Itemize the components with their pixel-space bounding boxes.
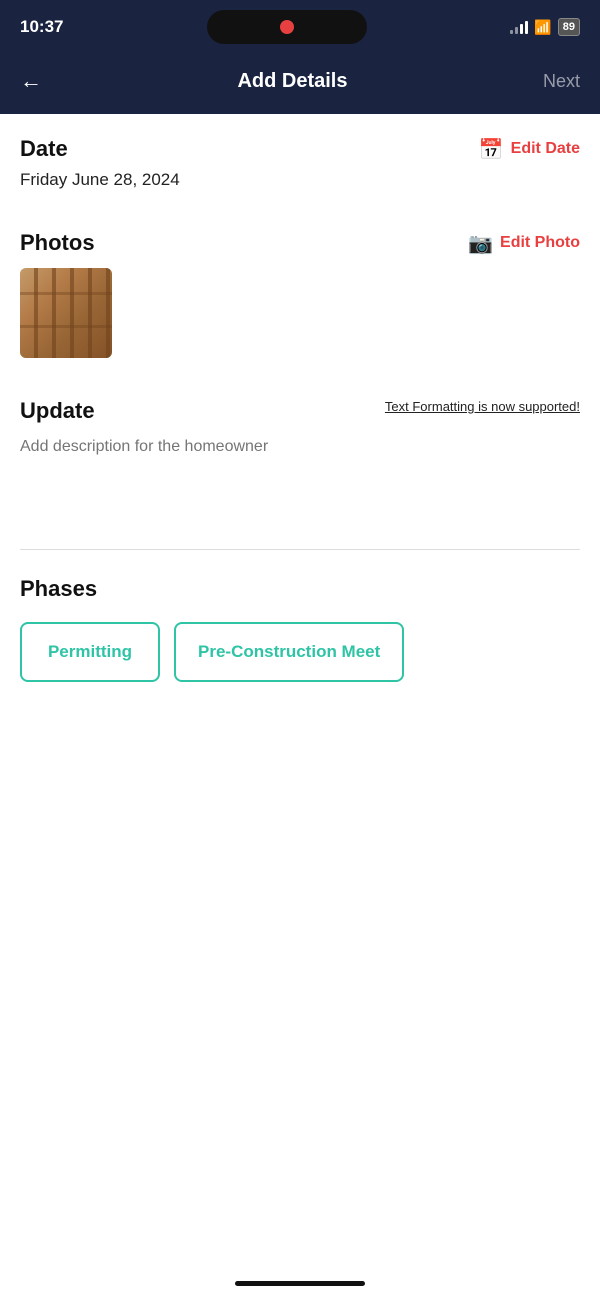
- signal-icon: [510, 20, 528, 34]
- edit-date-button[interactable]: 📅 Edit Date: [479, 137, 580, 162]
- home-indicator: [235, 1281, 365, 1286]
- phases-section-title: Phases: [20, 576, 580, 602]
- status-time: 10:37: [20, 17, 63, 37]
- phases-grid: Permitting Pre-Construction Meet: [20, 622, 580, 682]
- battery-icon: 89: [558, 18, 580, 36]
- date-section: Date 📅 Edit Date Friday June 28, 2024: [0, 114, 600, 208]
- edit-date-label: Edit Date: [511, 140, 580, 158]
- edit-photo-label: Edit Photo: [500, 234, 580, 252]
- phase-chip-pre-construction[interactable]: Pre-Construction Meet: [174, 622, 404, 682]
- phase-chip-permitting[interactable]: Permitting: [20, 622, 160, 682]
- status-icons: 📶 89: [510, 18, 580, 36]
- recording-dot: [280, 20, 294, 34]
- formatting-link[interactable]: Text Formatting is now supported!: [385, 398, 580, 416]
- camera-icon: 📷: [468, 231, 493, 256]
- back-button[interactable]: ←: [20, 68, 42, 94]
- edit-photo-button[interactable]: 📷 Edit Photo: [468, 231, 580, 256]
- content-area: Date 📅 Edit Date Friday June 28, 2024 Ph…: [0, 114, 600, 702]
- update-section: Update Text Formatting is now supported!: [0, 376, 600, 533]
- status-bar: 10:37 📶 89: [0, 0, 600, 54]
- date-section-header: Date 📅 Edit Date: [20, 136, 580, 162]
- photos-section-header: Photos 📷 Edit Photo: [20, 230, 580, 256]
- recording-pill: [207, 10, 367, 44]
- description-input[interactable]: [20, 438, 580, 518]
- phases-section: Phases Permitting Pre-Construction Meet: [0, 550, 600, 702]
- nav-bar: ← Add Details Next: [0, 54, 600, 114]
- update-header: Update Text Formatting is now supported!: [20, 398, 580, 424]
- date-value: Friday June 28, 2024: [20, 170, 580, 190]
- update-section-title: Update: [20, 398, 95, 424]
- date-section-title: Date: [20, 136, 68, 162]
- photos-section: Photos 📷 Edit Photo: [0, 208, 600, 376]
- photos-section-title: Photos: [20, 230, 95, 256]
- page-title: Add Details: [237, 70, 347, 93]
- wifi-icon: 📶: [534, 19, 551, 36]
- next-button[interactable]: Next: [543, 71, 580, 92]
- calendar-icon: 📅: [479, 137, 504, 162]
- photo-thumbnail[interactable]: [20, 268, 112, 358]
